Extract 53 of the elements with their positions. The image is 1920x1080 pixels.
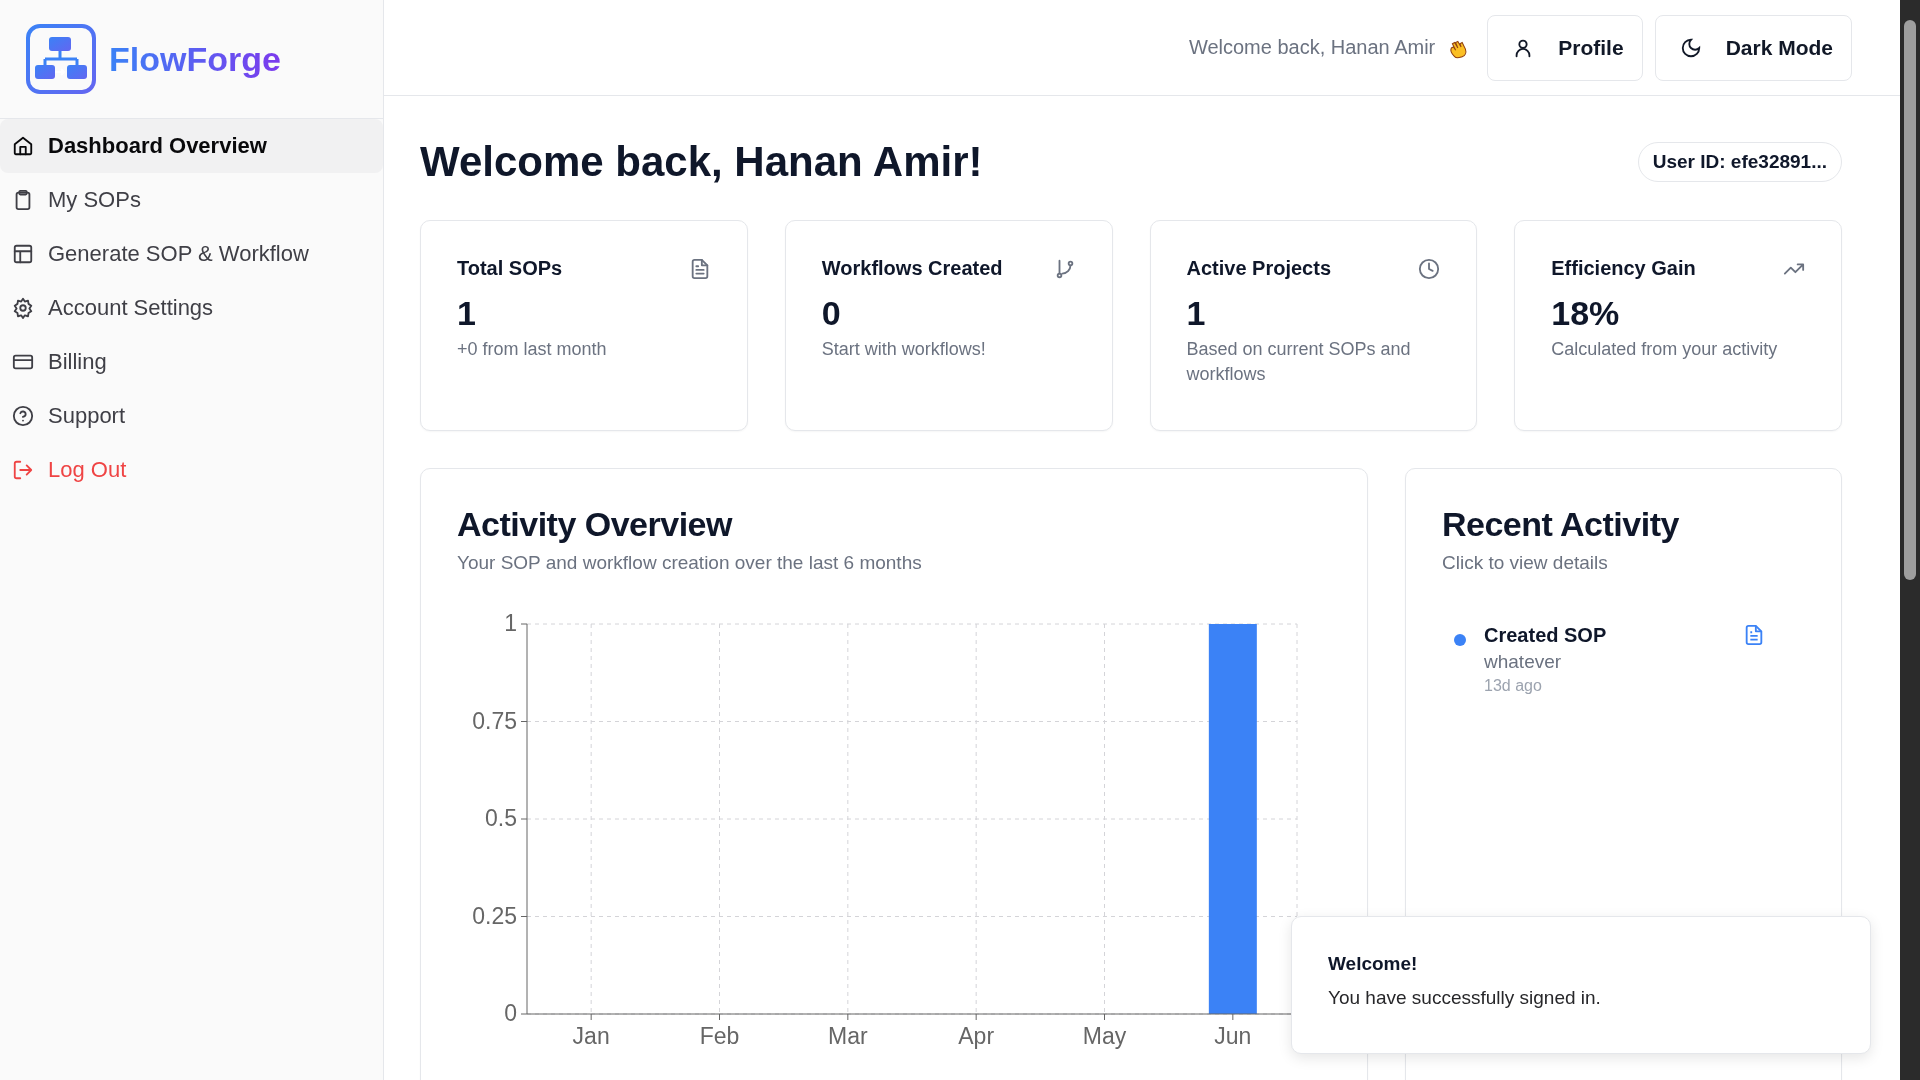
sidebar-item[interactable]: Generate SOP & Workflow — [0, 227, 383, 281]
dark-mode-button[interactable]: Dark Mode — [1654, 14, 1852, 81]
logo-icon — [25, 23, 97, 95]
sidebar-item[interactable]: Log Out — [0, 443, 383, 497]
stat-title: Workflows Created — [821, 257, 1003, 280]
x-tick-label: May — [1082, 1023, 1127, 1049]
activity-time: 13d ago — [1484, 677, 1543, 695]
stat-note: +0 from last month — [457, 338, 608, 361]
stat-value: 0 — [821, 294, 842, 333]
stat-title: Active Projects — [1186, 257, 1331, 280]
clock-icon — [1418, 257, 1441, 280]
stat-note: Based on current SOPs and workflows — [1186, 338, 1412, 387]
sidebar-item[interactable]: Support — [0, 389, 383, 443]
x-tick-label: Mar — [828, 1023, 868, 1049]
home-icon — [12, 135, 34, 157]
y-tick-label: 0.25 — [472, 902, 517, 929]
sidebar-item[interactable]: My SOPs — [0, 173, 383, 227]
sidebar-item[interactable]: Billing — [0, 335, 383, 389]
y-tick-label: 0.5 — [485, 805, 517, 831]
section-title: Recent Activity — [1442, 505, 1680, 544]
stat-value: 1 — [1186, 294, 1207, 333]
activity-detail: whatever — [1484, 651, 1563, 673]
stat-note: Start with workflows! — [821, 338, 987, 361]
stat-value: 18% — [1551, 294, 1621, 333]
greeting-text: Welcome back, Hanan Amir — [1188, 36, 1436, 59]
profile-button[interactable]: Profile — [1487, 14, 1643, 81]
stat-value: 1 — [457, 294, 477, 333]
document-icon — [1743, 624, 1765, 646]
x-tick-label: Apr — [958, 1023, 995, 1049]
toast-title: Welcome! — [1328, 953, 1419, 975]
y-tick-label: 1 — [504, 610, 517, 636]
toast-message: You have successfully signed in. — [1328, 987, 1602, 1009]
x-tick-label: Jan — [572, 1023, 610, 1049]
gear-icon — [12, 297, 34, 319]
stat-title: Efficiency Gain — [1551, 257, 1696, 280]
x-tick-label: Jun — [1214, 1023, 1252, 1049]
section-title: Activity Overview — [457, 505, 734, 544]
activity-title[interactable]: Created SOP — [1484, 624, 1725, 647]
section-subtitle: Click to view details — [1442, 552, 1609, 574]
logout-icon — [12, 459, 34, 481]
y-tick-label: 0 — [504, 1000, 517, 1026]
section-subtitle: Your SOP and workflow creation over the last 6 months — [457, 552, 923, 574]
page-title: Welcome back, Hanan Amir! — [420, 138, 983, 186]
y-tick-label: 0.75 — [472, 707, 517, 734]
sidebar-item[interactable]: Account Settings — [0, 281, 383, 335]
moon-icon — [1679, 36, 1702, 59]
stat-note: Calculated from your activity — [1551, 338, 1779, 361]
help-icon — [12, 405, 34, 427]
layout-icon — [12, 243, 34, 265]
sidebar-item[interactable]: Dashboard Overview — [0, 119, 383, 173]
x-tick-label: Feb — [699, 1023, 740, 1049]
stat-title: Total SOPs — [457, 257, 563, 280]
scrollbar[interactable] — [1900, 0, 1920, 1080]
